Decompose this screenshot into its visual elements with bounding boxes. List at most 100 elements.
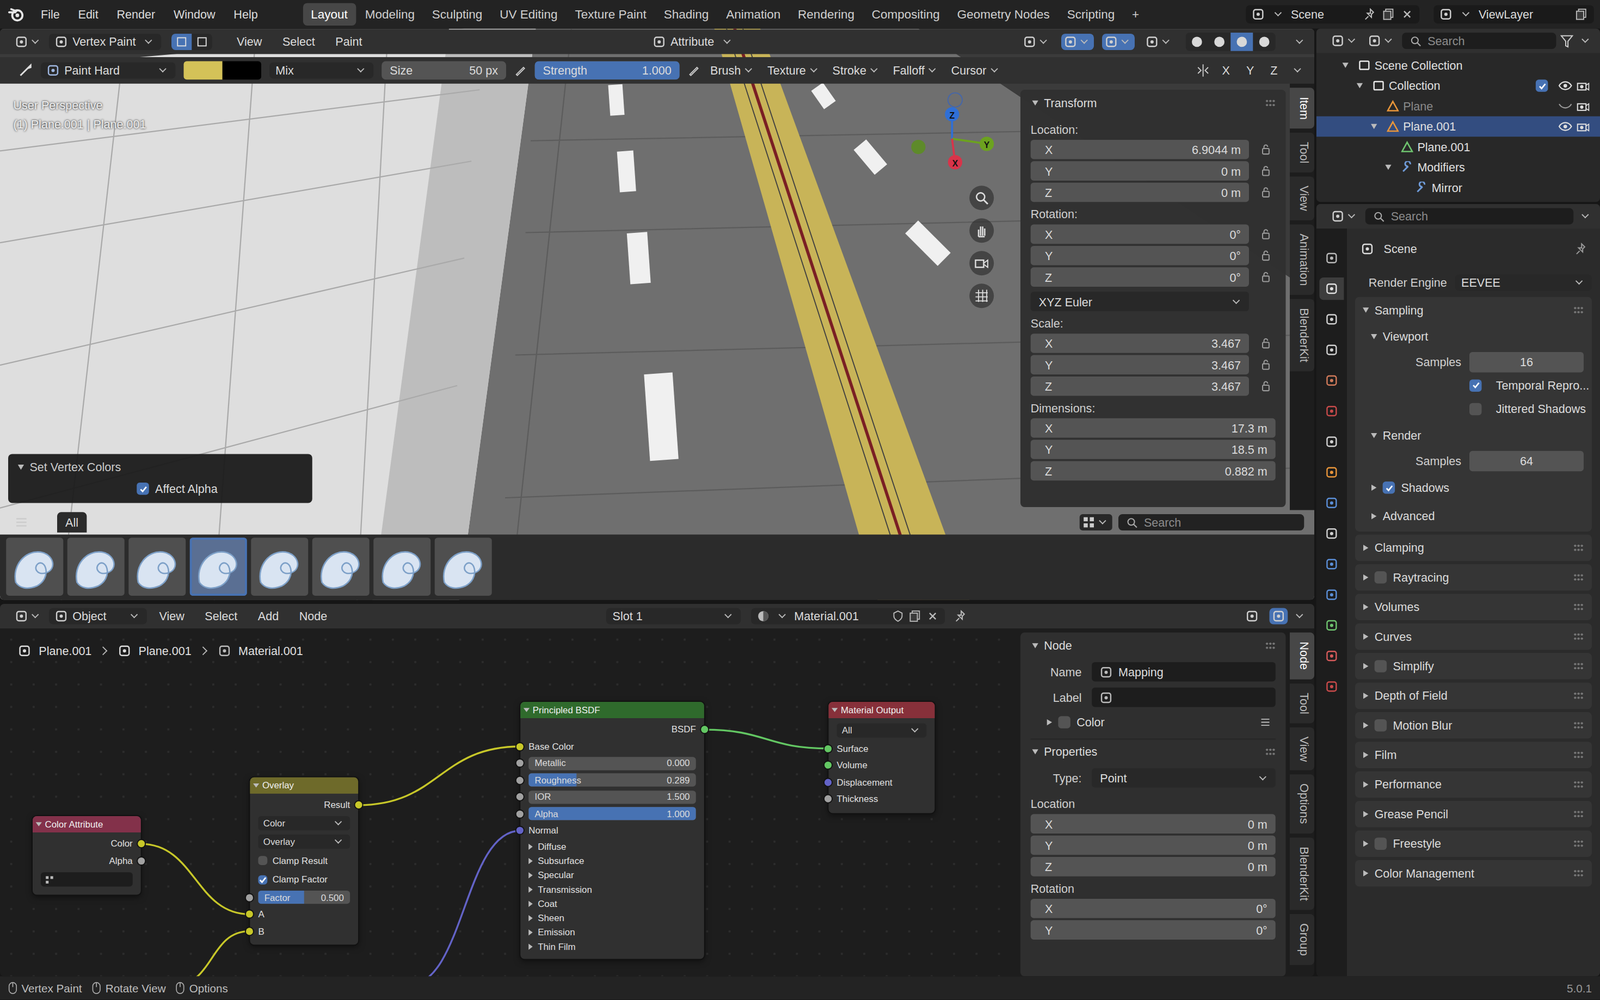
panel-header[interactable]: Curves bbox=[1355, 623, 1592, 651]
close-icon[interactable] bbox=[1400, 8, 1414, 21]
node-input[interactable]: B bbox=[249, 922, 359, 940]
panel-header[interactable]: Film bbox=[1355, 741, 1592, 769]
sidebar-tab[interactable]: BlenderKit bbox=[1289, 837, 1315, 910]
breadcrumb[interactable]: Plane.001 bbox=[18, 644, 92, 658]
editor-type-button[interactable] bbox=[1328, 32, 1362, 49]
symmetry-icon[interactable] bbox=[1195, 63, 1210, 78]
disclosure-icon[interactable] bbox=[831, 708, 838, 713]
panel-header[interactable]: Clamping bbox=[1355, 534, 1592, 562]
tool-menu[interactable]: Cursor bbox=[949, 64, 1003, 77]
node-dropdown[interactable]: All bbox=[828, 721, 935, 741]
tool-icon[interactable] bbox=[1325, 649, 1339, 663]
node-input[interactable]: Surface bbox=[828, 740, 935, 758]
zoom-button[interactable] bbox=[969, 185, 994, 211]
number-field[interactable]: X6.9044 m bbox=[1030, 139, 1249, 160]
tool-icon[interactable] bbox=[15, 35, 28, 49]
node-input[interactable]: Base Color bbox=[520, 738, 705, 756]
menu-item[interactable]: Add bbox=[249, 607, 287, 626]
sidebar-tab[interactable]: Options bbox=[1289, 774, 1315, 834]
tool-icon[interactable] bbox=[217, 644, 231, 658]
properties-tab[interactable] bbox=[1319, 277, 1344, 300]
shader-type-dropdown[interactable]: Object bbox=[48, 608, 147, 625]
brush-thumbnail[interactable] bbox=[312, 537, 370, 596]
tool-icon[interactable] bbox=[1146, 35, 1159, 49]
sidebar-tab[interactable]: Item bbox=[1289, 87, 1315, 129]
slot-dropdown[interactable]: Slot 1 bbox=[606, 608, 742, 625]
socket[interactable] bbox=[245, 911, 254, 919]
socket[interactable] bbox=[245, 927, 254, 935]
node-panel[interactable]: Diffuse bbox=[520, 839, 705, 854]
tool-icon[interactable] bbox=[1331, 34, 1345, 48]
node-field[interactable]: IOR1.500 bbox=[520, 788, 705, 806]
properties-tab[interactable] bbox=[1319, 522, 1344, 545]
shading-mode-button[interactable] bbox=[1185, 32, 1209, 52]
socket[interactable] bbox=[824, 745, 832, 753]
node-header[interactable]: Material Output bbox=[828, 702, 935, 719]
properties-tab[interactable] bbox=[1319, 675, 1344, 698]
disclosure-icon[interactable] bbox=[1047, 719, 1052, 726]
node-slider[interactable]: Alpha1.000 bbox=[520, 805, 705, 823]
menu-item[interactable]: Help bbox=[225, 4, 266, 24]
node-slider[interactable]: Factor0.500 bbox=[249, 889, 359, 907]
workspace-tab[interactable]: Scripting bbox=[1059, 3, 1124, 26]
tool-icon[interactable] bbox=[118, 644, 131, 658]
number-field[interactable]: Z0° bbox=[1030, 267, 1249, 287]
disclosure-icon[interactable] bbox=[528, 900, 533, 907]
disclosure-icon[interactable] bbox=[1363, 840, 1369, 847]
tool-icon[interactable] bbox=[1252, 8, 1265, 21]
disclosure-icon[interactable] bbox=[1363, 544, 1369, 551]
disclosure-icon[interactable] bbox=[1371, 484, 1377, 491]
disclosure-icon[interactable] bbox=[1363, 574, 1369, 581]
number-field[interactable]: X0 m bbox=[1030, 814, 1276, 834]
brush-dropdown[interactable]: Paint Hard bbox=[40, 62, 176, 79]
tool-icon[interactable] bbox=[1105, 35, 1118, 49]
tool-icon[interactable] bbox=[1325, 404, 1339, 418]
drag-handle-icon[interactable] bbox=[1573, 810, 1584, 819]
tool-menu[interactable]: Brush bbox=[708, 64, 758, 77]
lock-icon[interactable] bbox=[1260, 359, 1271, 371]
lock-icon[interactable] bbox=[1260, 249, 1271, 262]
disclosure-icon[interactable] bbox=[1385, 164, 1392, 170]
disclosure-icon[interactable] bbox=[528, 857, 533, 864]
lock-icon[interactable] bbox=[1260, 186, 1271, 199]
pressure-icon[interactable] bbox=[514, 64, 527, 77]
node-checkbox[interactable]: Clamp Result bbox=[249, 851, 359, 871]
number-field[interactable]: X17.3 m bbox=[1030, 418, 1276, 439]
disclosure-icon[interactable] bbox=[1363, 663, 1369, 670]
tool-icon[interactable] bbox=[1064, 35, 1078, 49]
properties-tab[interactable] bbox=[1319, 583, 1344, 607]
panel-header[interactable]: Grease Pencil bbox=[1355, 801, 1592, 828]
workspace-tab[interactable]: Sculpting bbox=[423, 3, 491, 26]
subpanel-header[interactable]: Render bbox=[1369, 422, 1584, 449]
operator-panel-header[interactable]: Set Vertex Colors bbox=[8, 458, 313, 477]
outliner-row[interactable]: Collection bbox=[1316, 75, 1600, 97]
node-slider[interactable]: Metallic0.000 bbox=[520, 755, 705, 773]
panel-header[interactable]: Transform bbox=[1030, 94, 1276, 118]
menu-item[interactable]: Paint bbox=[327, 32, 371, 52]
panel-header[interactable]: Freestyle bbox=[1355, 830, 1592, 858]
eye-open-icon[interactable] bbox=[1558, 121, 1573, 132]
number-field[interactable]: Z0 m bbox=[1030, 857, 1276, 877]
node-panel[interactable]: Specular bbox=[520, 868, 705, 883]
number-field[interactable]: Y18.5 m bbox=[1030, 439, 1276, 460]
node-output[interactable]: Result bbox=[249, 796, 359, 814]
tool-menu[interactable]: Texture bbox=[765, 64, 822, 77]
mode-dropdown[interactable]: Vertex Paint bbox=[48, 33, 162, 51]
editor-type-button[interactable] bbox=[1328, 208, 1362, 225]
brush-thumbnail[interactable] bbox=[373, 537, 431, 596]
checkbox[interactable] bbox=[1535, 79, 1549, 92]
node-link[interactable] bbox=[358, 746, 521, 806]
lock-icon[interactable] bbox=[1260, 228, 1271, 240]
node-panel[interactable]: Coat bbox=[520, 896, 705, 911]
tool-icon[interactable] bbox=[1325, 527, 1339, 540]
render-engine-dropdown[interactable]: EEVEE bbox=[1455, 273, 1592, 291]
presets-icon[interactable] bbox=[1259, 716, 1272, 729]
viewport-toggle[interactable] bbox=[1020, 33, 1054, 51]
viewport-toggle[interactable] bbox=[1102, 33, 1135, 51]
node-output[interactable]: Alpha bbox=[32, 852, 141, 870]
workspace-tab[interactable]: Animation bbox=[717, 3, 789, 26]
outliner-search[interactable]: Search bbox=[1401, 32, 1556, 49]
viewport-toggle[interactable] bbox=[1142, 33, 1176, 51]
properties-tab[interactable] bbox=[1319, 644, 1344, 668]
number-field[interactable]: 16 bbox=[1469, 351, 1584, 373]
